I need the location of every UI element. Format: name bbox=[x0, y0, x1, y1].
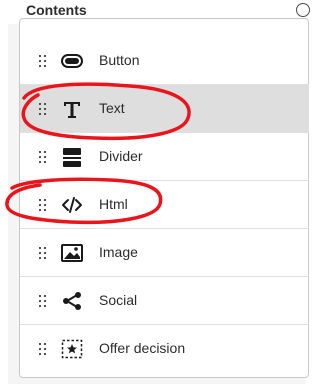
image-icon bbox=[60, 241, 84, 265]
drag-handle-icon[interactable] bbox=[39, 295, 47, 307]
drag-handle-icon[interactable] bbox=[39, 55, 47, 67]
component-item-offer-decision[interactable]: Offer decision bbox=[20, 325, 309, 373]
drag-handle-icon[interactable] bbox=[39, 103, 47, 115]
component-item-button[interactable]: Button bbox=[20, 37, 309, 85]
panel-title: Contents bbox=[26, 2, 87, 18]
button-icon bbox=[60, 49, 84, 73]
component-item-divider[interactable]: Divider bbox=[20, 133, 309, 181]
component-label: Button bbox=[99, 52, 140, 68]
component-label: Html bbox=[99, 196, 128, 212]
component-label: Social bbox=[99, 292, 138, 308]
component-item-image[interactable]: Image bbox=[20, 229, 309, 277]
divider-icon bbox=[60, 145, 84, 169]
component-label: Text bbox=[99, 100, 125, 116]
offer-decision-icon bbox=[60, 337, 84, 361]
component-label: Divider bbox=[99, 148, 143, 164]
info-icon[interactable] bbox=[296, 3, 310, 17]
component-label: Image bbox=[99, 244, 138, 260]
contents-list: Button Text Divider Html Image Social Of… bbox=[19, 18, 309, 378]
component-item-text[interactable]: Text bbox=[20, 85, 309, 133]
drag-handle-icon[interactable] bbox=[39, 199, 47, 211]
component-item-social[interactable]: Social bbox=[20, 277, 309, 325]
code-icon bbox=[60, 193, 84, 217]
drag-handle-icon[interactable] bbox=[39, 151, 47, 163]
component-item-html[interactable]: Html bbox=[20, 181, 309, 229]
component-label: Offer decision bbox=[99, 340, 186, 356]
drag-handle-icon[interactable] bbox=[39, 247, 47, 259]
share-icon bbox=[60, 289, 84, 313]
text-icon bbox=[60, 97, 84, 121]
drag-handle-icon[interactable] bbox=[39, 343, 47, 355]
